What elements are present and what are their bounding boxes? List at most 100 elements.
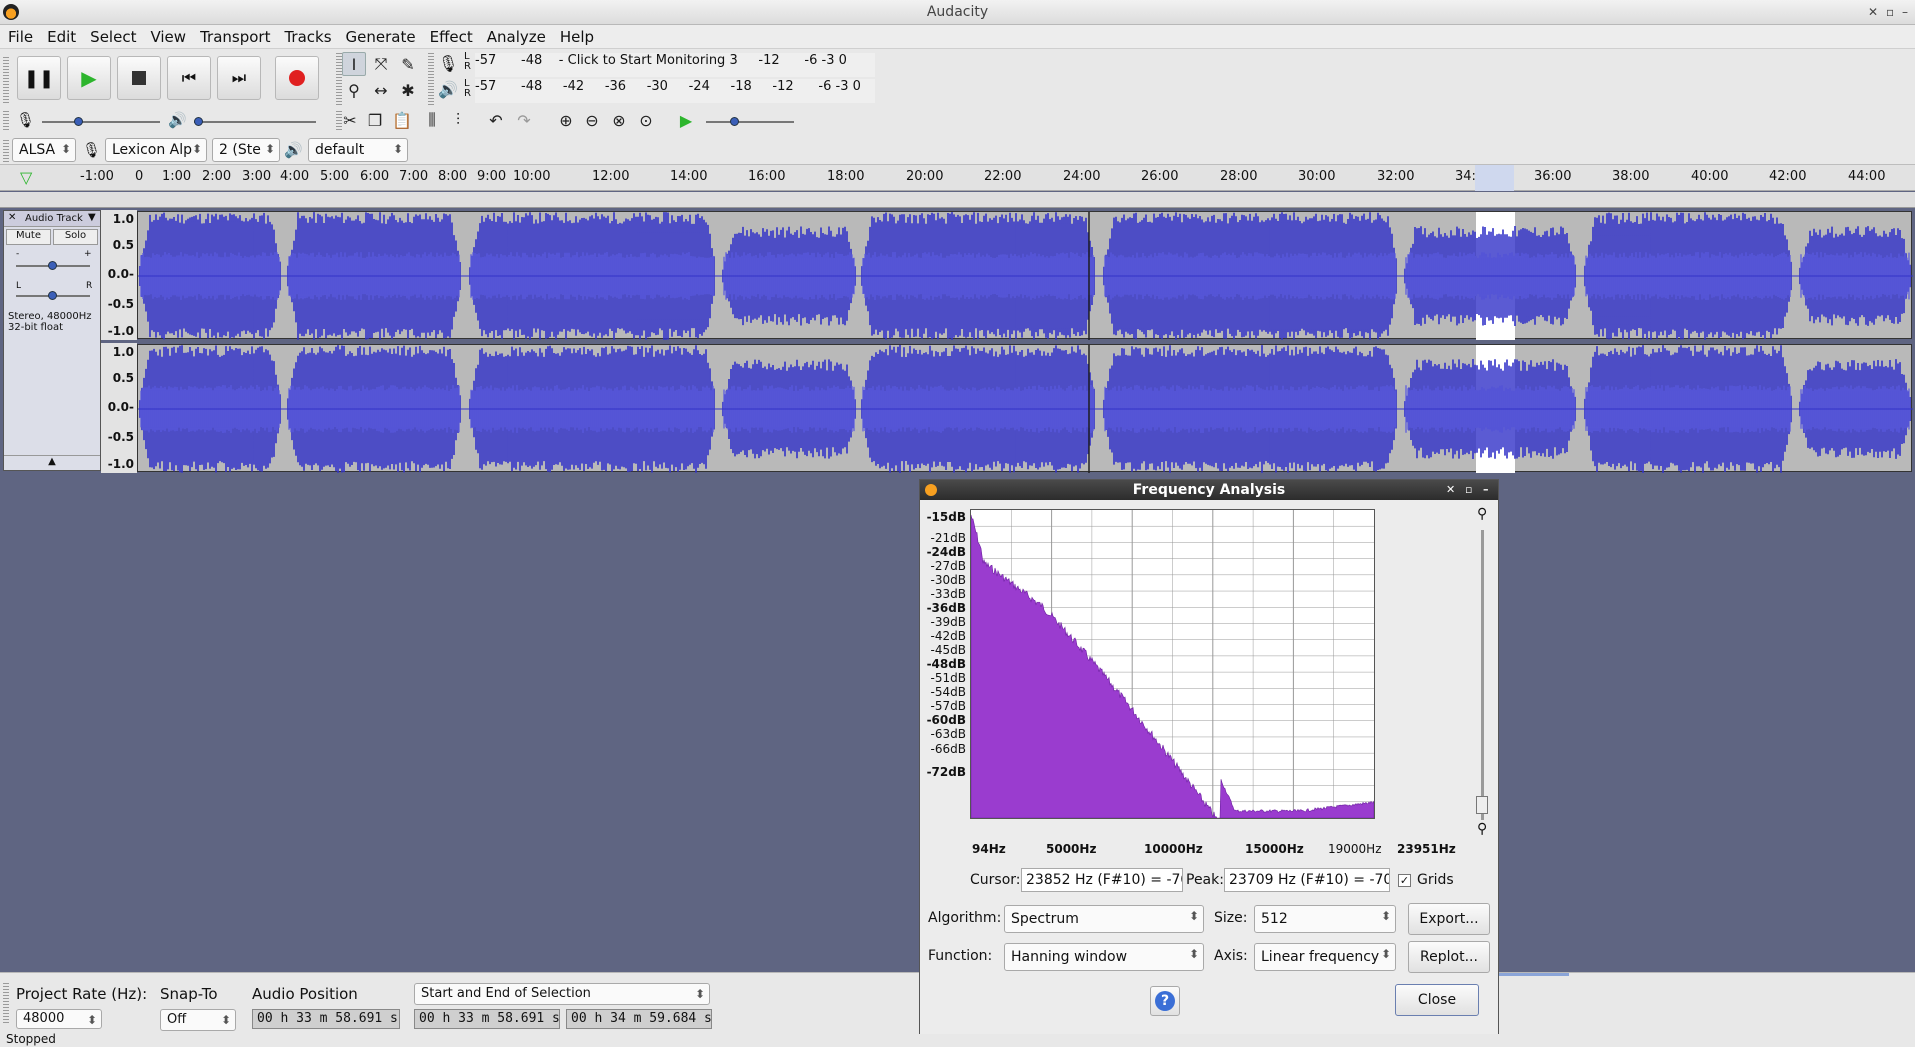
playback-meter[interactable]: -57 -48 -42 -36 -30 -24 -18 -12 -6 -3 0: [475, 79, 875, 103]
dialog-minimize-icon[interactable]: –: [1483, 480, 1489, 500]
close-button[interactable]: Close: [1395, 984, 1479, 1016]
pan-knob[interactable]: [48, 291, 57, 300]
play-button[interactable]: ▶: [67, 56, 111, 100]
zoom-slider-track[interactable]: [1481, 530, 1484, 820]
trim-button[interactable]: ⫼: [420, 108, 444, 132]
solo-button[interactable]: Solo: [53, 229, 98, 245]
timeline-ruler[interactable]: ▽ -1:00 0 1:00 2:00 3:00 4:00 5:00 6:00 7:00 8:00…: [0, 165, 1915, 191]
gain-knob[interactable]: [48, 261, 57, 270]
time-shift-icon: ↔: [374, 80, 388, 100]
menu-edit[interactable]: Edit: [47, 28, 76, 46]
cursor-value-field[interactable]: 23852 Hz (F#10) = -70: [1021, 868, 1183, 892]
menu-help[interactable]: Help: [560, 28, 594, 46]
speaker-icon[interactable]: 🔊: [438, 80, 458, 99]
pause-button[interactable]: ❚❚: [17, 56, 61, 100]
menu-tracks[interactable]: Tracks: [284, 28, 331, 46]
axis-combo[interactable]: Linear frequency: [1254, 943, 1396, 971]
menu-analyze[interactable]: Analyze: [487, 28, 546, 46]
help-button[interactable]: ?: [1150, 986, 1180, 1016]
redo-button[interactable]: ↷: [512, 108, 536, 132]
record-button[interactable]: [275, 56, 319, 100]
menu-transport[interactable]: Transport: [200, 28, 270, 46]
peak-value-field[interactable]: 23709 Hz (F#10) = -70: [1224, 868, 1390, 892]
grids-checkbox[interactable]: ✓: [1398, 874, 1411, 887]
toolbar-grip[interactable]: [3, 57, 9, 103]
play-at-speed-button[interactable]: ▶: [674, 108, 698, 132]
record-meter[interactable]: -57 -48 - Click to Start Monitoring 3 -1…: [475, 53, 875, 77]
mute-button[interactable]: Mute: [6, 229, 51, 245]
selection-end-time[interactable]: 00 h 34 m 59.684 s: [566, 1009, 712, 1029]
silence-button[interactable]: ⫶: [446, 108, 470, 132]
function-combo[interactable]: Hanning window: [1004, 943, 1204, 971]
db-label: -60dB: [926, 713, 966, 727]
export-button[interactable]: Export...: [1408, 903, 1490, 935]
multi-tool-button[interactable]: ✱: [396, 78, 420, 102]
track-collapse-button[interactable]: ▲: [4, 455, 100, 470]
zoom-slider-thumb[interactable]: [1476, 796, 1488, 814]
play-speed-slider[interactable]: [706, 121, 794, 123]
zoom-out-magnifier-icon[interactable]: ⚲: [1477, 821, 1487, 837]
microphone-icon[interactable]: 🎙: [438, 54, 458, 73]
menu-view[interactable]: View: [150, 28, 186, 46]
play-speed-knob[interactable]: [730, 117, 739, 126]
input-device-combo[interactable]: Lexicon Alp: [105, 138, 207, 162]
track-menu-chevron-down-icon[interactable]: ▼: [88, 212, 96, 223]
input-channels-combo[interactable]: 2 (Ste: [212, 138, 280, 162]
skip-to-end-button[interactable]: ⏭: [217, 56, 261, 100]
zoom-in-button[interactable]: ⊕: [554, 108, 578, 132]
scale-label: 0.0-: [107, 267, 134, 281]
dialog-maximize-icon[interactable]: ▫: [1465, 480, 1472, 500]
record-volume-knob[interactable]: [74, 117, 83, 126]
zoom-tool-button[interactable]: ⚲: [342, 78, 366, 102]
snap-to-combo[interactable]: Off: [160, 1009, 236, 1031]
ruler-tick-label: 1:00: [162, 169, 192, 184]
draw-tool-button[interactable]: ✎: [396, 52, 420, 76]
close-window-icon[interactable]: ✕: [1868, 5, 1878, 19]
selection-mode-combo[interactable]: Start and End of Selection: [414, 983, 710, 1005]
skip-to-start-button[interactable]: ⏮: [167, 56, 211, 100]
project-rate-combo[interactable]: 48000: [16, 1009, 102, 1029]
mixer-grip[interactable]: [3, 111, 9, 131]
size-combo[interactable]: 512: [1254, 905, 1396, 933]
menu-select[interactable]: Select: [90, 28, 136, 46]
playback-volume-slider[interactable]: [194, 121, 316, 123]
playback-volume-knob[interactable]: [194, 117, 203, 126]
paste-button[interactable]: 📋: [390, 108, 414, 132]
play-meter-lr: LR: [464, 79, 471, 99]
undo-button[interactable]: ↶: [484, 108, 508, 132]
waveform-right-channel[interactable]: [137, 344, 1913, 473]
replot-button[interactable]: Replot...: [1408, 941, 1490, 973]
waveform-left-channel[interactable]: [137, 211, 1913, 340]
stop-button[interactable]: [117, 56, 161, 100]
scrub-bar[interactable]: [0, 192, 1915, 208]
selection-grip[interactable]: [3, 983, 9, 1023]
menu-file[interactable]: File: [8, 28, 33, 46]
time-shift-tool-button[interactable]: ↔: [369, 78, 393, 102]
fit-project-button[interactable]: ⊙: [634, 108, 658, 132]
copy-button[interactable]: ❐: [363, 108, 387, 132]
meter-grip[interactable]: [428, 53, 434, 105]
output-device-combo[interactable]: default: [308, 138, 408, 162]
cut-button[interactable]: ✂: [338, 108, 362, 132]
track-close-icon[interactable]: ✕: [8, 212, 16, 223]
track-format-info: Stereo, 48000Hz 32-bit float: [8, 311, 92, 333]
selection-start-time[interactable]: 00 h 33 m 58.691 s: [414, 1009, 560, 1029]
menu-effect[interactable]: Effect: [430, 28, 473, 46]
timeline-play-head-icon[interactable]: ▽: [20, 168, 32, 187]
minimize-window-icon[interactable]: –: [1902, 5, 1908, 19]
spectrum-plot[interactable]: [970, 509, 1375, 819]
zoom-out-button[interactable]: ⊖: [580, 108, 604, 132]
audio-host-combo[interactable]: ALSA: [12, 138, 76, 162]
record-volume-slider[interactable]: [42, 121, 160, 123]
selection-tool-button[interactable]: I: [342, 52, 366, 76]
menu-generate[interactable]: Generate: [346, 28, 416, 46]
audio-position-time[interactable]: 00 h 33 m 58.691 s: [252, 1009, 400, 1029]
track-name-button[interactable]: Audio Track: [25, 213, 83, 224]
maximize-window-icon[interactable]: ▫: [1886, 5, 1894, 19]
dialog-close-icon[interactable]: ✕: [1446, 480, 1455, 500]
zoom-in-magnifier-icon[interactable]: ⚲: [1477, 506, 1487, 522]
envelope-tool-button[interactable]: ⤧: [369, 52, 393, 76]
device-grip[interactable]: [3, 140, 9, 162]
algorithm-combo[interactable]: Spectrum: [1004, 905, 1204, 933]
fit-selection-button[interactable]: ⊗: [607, 108, 631, 132]
